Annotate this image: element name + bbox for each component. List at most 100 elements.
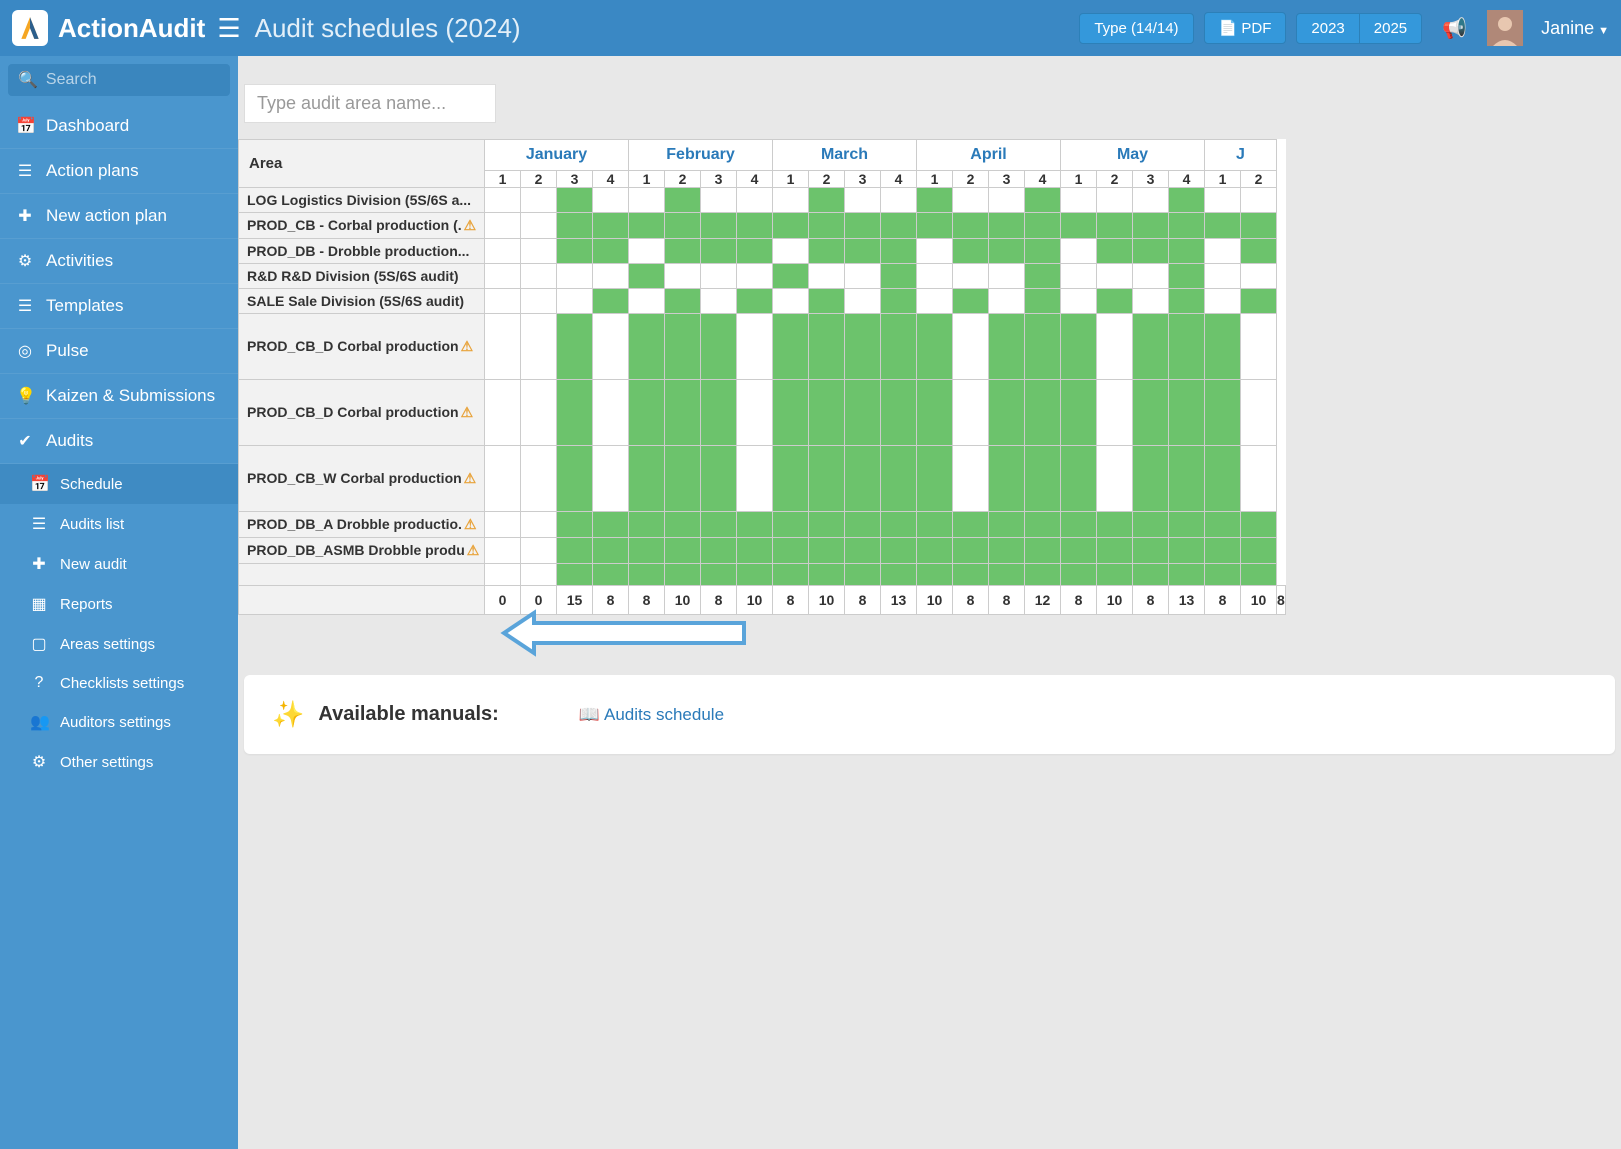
sidebar-item-areas-settings[interactable]: ▢Areas settings bbox=[0, 624, 238, 664]
area-cell[interactable]: SALE Sale Division (5S/6S audit) bbox=[239, 289, 485, 314]
schedule-cell[interactable] bbox=[809, 314, 845, 380]
sidebar-item-audits[interactable]: ✔Audits bbox=[0, 419, 238, 464]
schedule-cell[interactable] bbox=[701, 538, 737, 564]
schedule-cell[interactable] bbox=[557, 512, 593, 538]
schedule-cell[interactable] bbox=[701, 512, 737, 538]
schedule-cell[interactable] bbox=[953, 213, 989, 239]
sidebar-item-dashboard[interactable]: 📅Dashboard bbox=[0, 104, 238, 149]
schedule-cell[interactable] bbox=[1133, 239, 1169, 264]
schedule-cell[interactable] bbox=[1133, 264, 1169, 289]
menu-toggle-icon[interactable]: ☰ bbox=[217, 13, 240, 44]
schedule-cell[interactable] bbox=[665, 188, 701, 213]
area-cell[interactable]: PROD_CB_D Corbal production⚠ bbox=[239, 380, 485, 446]
schedule-cell[interactable] bbox=[773, 213, 809, 239]
schedule-cell[interactable] bbox=[1133, 512, 1169, 538]
schedule-cell[interactable] bbox=[593, 264, 629, 289]
schedule-cell[interactable] bbox=[593, 512, 629, 538]
schedule-cell[interactable] bbox=[953, 239, 989, 264]
schedule-cell[interactable] bbox=[917, 538, 953, 564]
schedule-cell[interactable] bbox=[629, 264, 665, 289]
schedule-cell[interactable] bbox=[773, 289, 809, 314]
schedule-cell[interactable] bbox=[1061, 239, 1097, 264]
schedule-cell[interactable] bbox=[773, 264, 809, 289]
schedule-cell[interactable] bbox=[629, 538, 665, 564]
schedule-cell[interactable] bbox=[1169, 314, 1205, 380]
schedule-cell[interactable] bbox=[1133, 188, 1169, 213]
schedule-cell[interactable] bbox=[1169, 538, 1205, 564]
schedule-cell[interactable] bbox=[593, 538, 629, 564]
schedule-cell[interactable] bbox=[773, 188, 809, 213]
schedule-cell[interactable] bbox=[701, 264, 737, 289]
schedule-cell[interactable] bbox=[1241, 239, 1277, 264]
search-input[interactable] bbox=[46, 71, 220, 89]
schedule-cell[interactable] bbox=[1061, 314, 1097, 380]
schedule-cell[interactable] bbox=[1097, 314, 1133, 380]
schedule-cell[interactable] bbox=[593, 289, 629, 314]
schedule-cell[interactable] bbox=[881, 512, 917, 538]
schedule-cell[interactable] bbox=[1061, 446, 1097, 512]
schedule-cell[interactable] bbox=[485, 213, 521, 239]
schedule-cell[interactable] bbox=[701, 289, 737, 314]
schedule-cell[interactable] bbox=[1169, 239, 1205, 264]
schedule-cell[interactable] bbox=[917, 213, 953, 239]
avatar[interactable] bbox=[1487, 10, 1523, 46]
schedule-cell[interactable] bbox=[1133, 213, 1169, 239]
schedule-cell[interactable] bbox=[881, 380, 917, 446]
schedule-cell[interactable] bbox=[989, 538, 1025, 564]
schedule-cell[interactable] bbox=[485, 512, 521, 538]
schedule-cell[interactable] bbox=[917, 380, 953, 446]
schedule-cell[interactable] bbox=[665, 564, 701, 586]
schedule-cell[interactable] bbox=[881, 188, 917, 213]
area-name-input[interactable] bbox=[244, 84, 496, 123]
schedule-cell[interactable] bbox=[665, 512, 701, 538]
schedule-cell[interactable] bbox=[1133, 314, 1169, 380]
area-cell[interactable]: LOG Logistics Division (5S/6S a... bbox=[239, 188, 485, 213]
schedule-cell[interactable] bbox=[629, 314, 665, 380]
schedule-cell[interactable] bbox=[1133, 446, 1169, 512]
schedule-cell[interactable] bbox=[737, 289, 773, 314]
schedule-cell[interactable] bbox=[485, 264, 521, 289]
schedule-cell[interactable] bbox=[1205, 512, 1241, 538]
schedule-cell[interactable] bbox=[485, 564, 521, 586]
schedule-cell[interactable] bbox=[521, 380, 557, 446]
schedule-cell[interactable] bbox=[485, 314, 521, 380]
schedule-cell[interactable] bbox=[1205, 289, 1241, 314]
schedule-cell[interactable] bbox=[1025, 188, 1061, 213]
schedule-cell[interactable] bbox=[809, 264, 845, 289]
schedule-cell[interactable] bbox=[1061, 538, 1097, 564]
schedule-cell[interactable] bbox=[593, 564, 629, 586]
schedule-cell[interactable] bbox=[665, 314, 701, 380]
schedule-cell[interactable] bbox=[521, 188, 557, 213]
schedule-cell[interactable] bbox=[1133, 538, 1169, 564]
sidebar-item-new-audit[interactable]: ✚New audit bbox=[0, 544, 238, 584]
schedule-cell[interactable] bbox=[953, 264, 989, 289]
schedule-cell[interactable] bbox=[1205, 380, 1241, 446]
schedule-cell[interactable] bbox=[737, 239, 773, 264]
schedule-cell[interactable] bbox=[1097, 446, 1133, 512]
schedule-cell[interactable] bbox=[1241, 446, 1277, 512]
sidebar-item-auditors-settings[interactable]: 👥Auditors settings bbox=[0, 702, 238, 742]
schedule-cell[interactable] bbox=[845, 380, 881, 446]
schedule-cell[interactable] bbox=[1169, 264, 1205, 289]
schedule-cell[interactable] bbox=[917, 289, 953, 314]
schedule-cell[interactable] bbox=[989, 188, 1025, 213]
schedule-cell[interactable] bbox=[1169, 512, 1205, 538]
schedule-cell[interactable] bbox=[593, 446, 629, 512]
schedule-cell[interactable] bbox=[485, 380, 521, 446]
area-cell[interactable]: PROD_CB - Corbal production (.⚠ bbox=[239, 213, 485, 239]
schedule-cell[interactable] bbox=[593, 314, 629, 380]
schedule-cell[interactable] bbox=[881, 564, 917, 586]
sidebar-item-schedule[interactable]: 📅Schedule bbox=[0, 464, 238, 504]
schedule-cell[interactable] bbox=[1025, 314, 1061, 380]
schedule-cell[interactable] bbox=[521, 264, 557, 289]
schedule-cell[interactable] bbox=[989, 446, 1025, 512]
schedule-cell[interactable] bbox=[1025, 380, 1061, 446]
schedule-cell[interactable] bbox=[521, 538, 557, 564]
sidebar-item-activities[interactable]: ⚙Activities bbox=[0, 239, 238, 284]
schedule-cell[interactable] bbox=[701, 380, 737, 446]
sidebar-item-kaizen[interactable]: 💡Kaizen & Submissions bbox=[0, 374, 238, 419]
schedule-cell[interactable] bbox=[485, 188, 521, 213]
sidebar-item-checklists-settings[interactable]: ?Checklists settings bbox=[0, 664, 238, 702]
schedule-cell[interactable] bbox=[485, 289, 521, 314]
schedule-cell[interactable] bbox=[1241, 264, 1277, 289]
